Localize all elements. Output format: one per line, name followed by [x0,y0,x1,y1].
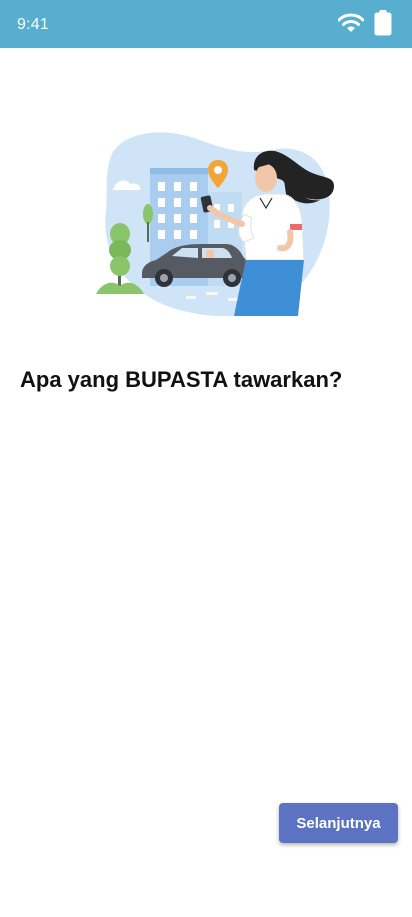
status-icons [337,9,392,41]
battery-icon [374,9,392,41]
wifi-icon [337,12,365,39]
page-title: Apa yang BUPASTA tawarkan? [20,367,343,392]
status-time: 9:41 [17,16,49,33]
status-bar: 9:41 [0,0,412,48]
woman-with-phone-and-car-illustration [94,128,340,320]
next-button[interactable]: Selanjutnya [279,803,398,843]
